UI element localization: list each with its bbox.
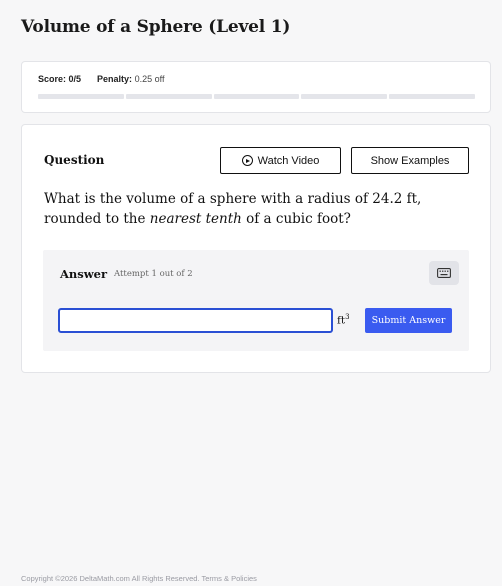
score: Score: 0/5 [38, 74, 81, 84]
keyboard-toggle-button[interactable] [429, 261, 459, 285]
page-title: Volume of a Sphere (Level 1) [21, 17, 291, 37]
progress-segment [213, 94, 300, 99]
question-card: Question Watch Video Show Examples What … [21, 124, 491, 373]
question-text-emphasis: nearest tenth [149, 211, 242, 227]
answer-label: Answer [60, 267, 108, 281]
penalty: Penalty: 0.25 off [97, 74, 164, 84]
show-examples-button[interactable]: Show Examples [351, 147, 469, 174]
submit-answer-button[interactable]: Submit Answer [365, 308, 452, 333]
score-label: Score: [38, 74, 67, 84]
progress-segment [125, 94, 212, 99]
copyright-text: Copyright ©2026 DeltaMath.com All Rights… [21, 574, 200, 583]
terms-link[interactable]: Terms & Policies [201, 574, 256, 583]
unit-label: ft3 [337, 313, 350, 327]
penalty-value: 0.25 off [134, 74, 165, 84]
progress-segment [301, 94, 388, 99]
unit-exponent: 3 [345, 313, 350, 321]
progress-segment [389, 94, 475, 99]
keyboard-icon [437, 268, 451, 278]
score-progress-bar [38, 94, 475, 99]
score-row: Score: 0/5 Penalty: 0.25 off [38, 74, 164, 84]
score-value: 0/5 [68, 74, 82, 84]
footer: Copyright ©2026 DeltaMath.com All Rights… [21, 574, 257, 583]
watch-video-button[interactable]: Watch Video [220, 147, 341, 174]
unit-text: ft [337, 314, 346, 327]
answer-panel: Answer Attempt 1 out of 2 ft3 Submit Ans… [43, 250, 469, 351]
penalty-label: Penalty: [97, 74, 133, 84]
question-text-part: of a cubic foot? [241, 211, 351, 227]
question-label: Question [44, 153, 105, 167]
progress-segment [38, 94, 124, 99]
score-card: Score: 0/5 Penalty: 0.25 off [21, 61, 491, 113]
question-text: What is the volume of a sphere with a ra… [44, 189, 464, 229]
attempt-counter: Attempt 1 out of 2 [114, 269, 193, 279]
watch-video-label: Watch Video [257, 154, 320, 167]
play-circle-icon [241, 155, 253, 166]
show-examples-label: Show Examples [370, 154, 450, 167]
answer-input[interactable] [58, 308, 333, 333]
